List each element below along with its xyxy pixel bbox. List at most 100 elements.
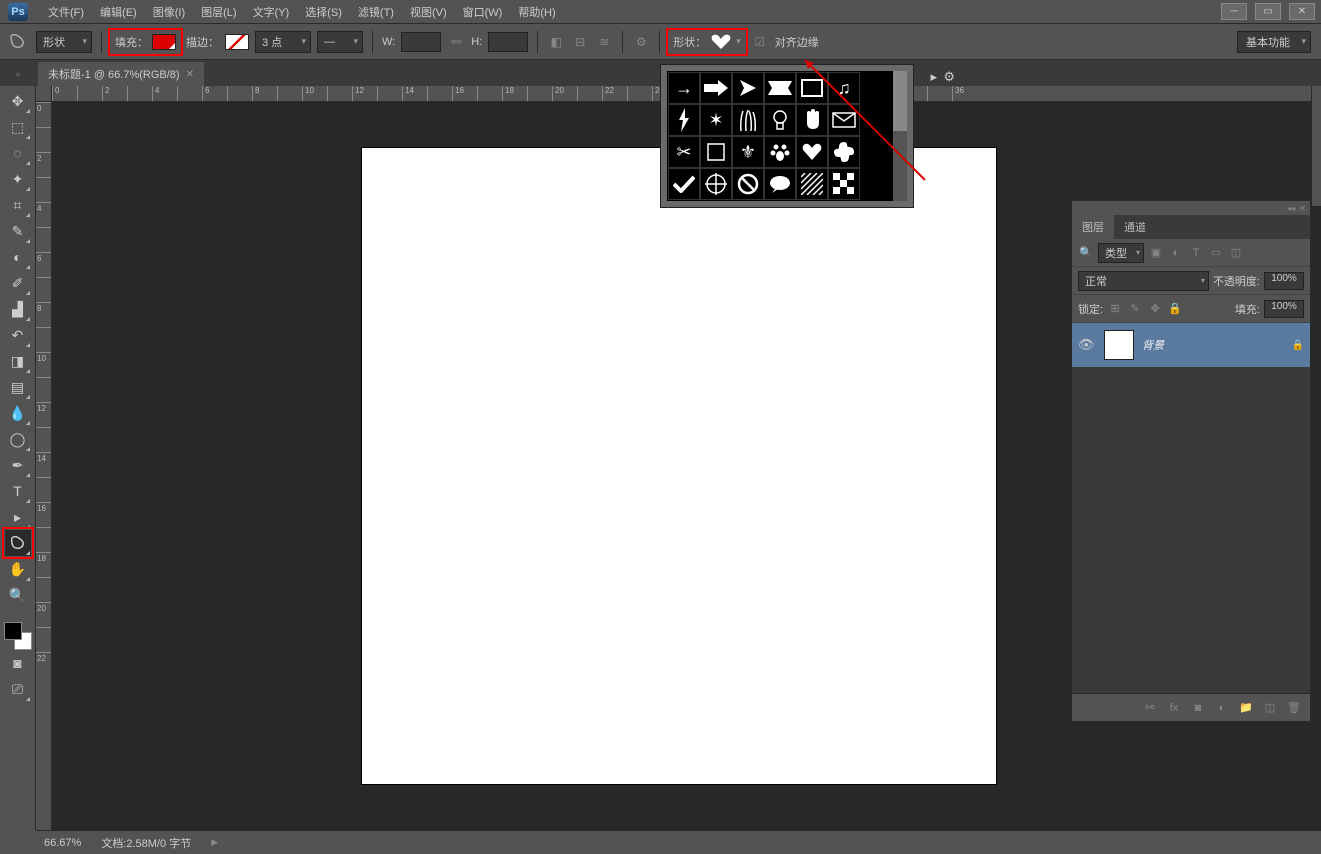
marquee-tool[interactable]: ⬚ — [5, 114, 31, 140]
lock-all-icon[interactable]: 🔒 — [1167, 301, 1183, 317]
new-layer-icon[interactable]: ◫ — [1262, 700, 1278, 716]
path-arrange-icon[interactable]: ≋ — [595, 33, 613, 51]
type-tool[interactable]: T — [5, 478, 31, 504]
panel-collapse-icon[interactable]: ◂◂ — [1287, 204, 1295, 213]
stroke-style-select[interactable]: — — [317, 31, 363, 53]
shape-starburst[interactable]: ✶ — [700, 104, 732, 136]
lock-trans-icon[interactable]: ⊞ — [1107, 301, 1123, 317]
lock-pixels-icon[interactable]: ✎ — [1127, 301, 1143, 317]
shape-speech-bubble[interactable] — [764, 168, 796, 200]
shape-banner[interactable] — [764, 72, 796, 104]
shape-heart[interactable] — [796, 136, 828, 168]
lock-pos-icon[interactable]: ✥ — [1147, 301, 1163, 317]
vertical-ruler[interactable]: 0246810121416182022 — [36, 102, 52, 830]
gradient-tool[interactable]: ▤ — [5, 374, 31, 400]
zoom-tool[interactable]: 🔍 — [5, 582, 31, 608]
history-brush-tool[interactable]: ↶ — [5, 322, 31, 348]
blend-mode-select[interactable]: 正常 — [1078, 271, 1209, 291]
path-align-icon[interactable]: ⊟ — [571, 33, 589, 51]
menu-edit[interactable]: 编辑(E) — [92, 1, 145, 23]
tab-channels[interactable]: 通道 — [1114, 215, 1156, 239]
document-canvas[interactable] — [362, 148, 996, 784]
layer-group-icon[interactable]: 📁 — [1238, 700, 1254, 716]
right-panel-collapsed[interactable] — [1311, 86, 1321, 206]
menu-image[interactable]: 图像(I) — [145, 1, 193, 23]
menu-filter[interactable]: 滤镜(T) — [350, 1, 402, 23]
shape-picker-scrollbar[interactable] — [893, 71, 907, 201]
status-doc-size[interactable]: 文档:2.58M/0 字节 — [101, 835, 191, 851]
width-input[interactable] — [401, 32, 441, 52]
ruler-origin[interactable] — [36, 86, 52, 102]
stroke-width-input[interactable]: 3 点 — [255, 31, 311, 53]
eraser-tool[interactable]: ◨ — [5, 348, 31, 374]
shape-picker-settings-icon[interactable]: ⚙ — [943, 69, 955, 85]
blur-tool[interactable]: 💧 — [5, 400, 31, 426]
layer-row[interactable]: 👁 背景 🔒 — [1072, 323, 1310, 367]
shape-checker[interactable] — [828, 168, 860, 200]
filter-adjust-icon[interactable]: ◐ — [1168, 245, 1184, 261]
path-select-tool[interactable]: ▸ — [5, 504, 31, 530]
opacity-input[interactable]: 100% — [1264, 272, 1304, 290]
shape-fleur[interactable]: ⚜ — [732, 136, 764, 168]
status-menu-arrow[interactable]: ▶ — [211, 837, 218, 848]
menu-layer[interactable]: 图层(L) — [193, 1, 244, 23]
shape-arrow-bold[interactable] — [700, 72, 732, 104]
shape-diagonal-lines[interactable] — [796, 168, 828, 200]
shape-grass[interactable] — [732, 104, 764, 136]
layer-thumbnail[interactable] — [1104, 330, 1134, 360]
tabbar-collapse-icon[interactable]: » — [0, 62, 36, 86]
brush-tool[interactable]: ✐ — [5, 270, 31, 296]
custom-shape-preview[interactable] — [710, 34, 732, 50]
layer-filter-select[interactable]: 类型 — [1098, 243, 1144, 263]
shape-puzzle[interactable] — [828, 136, 860, 168]
shape-arrowhead[interactable] — [732, 72, 764, 104]
link-layers-icon[interactable]: ⚯ — [1142, 700, 1158, 716]
shape-arrow-thin[interactable]: → — [668, 72, 700, 104]
layer-fx-icon[interactable]: fx — [1166, 700, 1182, 716]
custom-shape-tool[interactable] — [5, 530, 31, 556]
color-swatches[interactable] — [4, 622, 32, 650]
shape-check[interactable] — [668, 168, 700, 200]
fill-color-swatch[interactable] — [152, 34, 176, 50]
move-tool[interactable]: ✥ — [5, 88, 31, 114]
dodge-tool[interactable]: ◯ — [5, 426, 31, 452]
filter-shape-icon[interactable]: ▭ — [1208, 245, 1224, 261]
panel-close-icon[interactable]: ✕ — [1299, 204, 1306, 213]
delete-layer-icon[interactable]: 🗑 — [1286, 700, 1302, 716]
tab-close-icon[interactable]: ✕ — [186, 69, 194, 80]
tab-layers[interactable]: 图层 — [1072, 215, 1114, 239]
eyedropper-tool[interactable]: ✎ — [5, 218, 31, 244]
link-wh-icon[interactable]: ⚯ — [447, 33, 465, 51]
crop-tool[interactable]: ⌗ — [5, 192, 31, 218]
menu-select[interactable]: 选择(S) — [297, 1, 350, 23]
window-close[interactable]: ✕ — [1289, 3, 1315, 20]
window-maximize[interactable]: ▭ — [1255, 3, 1281, 20]
shape-target[interactable] — [700, 168, 732, 200]
shape-picker-menu-icon[interactable]: ▸ — [930, 69, 937, 85]
menu-type[interactable]: 文字(Y) — [245, 1, 298, 23]
shape-scissors[interactable]: ✂ — [668, 136, 700, 168]
filter-type-icon[interactable]: T — [1188, 245, 1204, 261]
shape-nosign[interactable] — [732, 168, 764, 200]
shape-paw[interactable] — [764, 136, 796, 168]
pen-tool[interactable]: ✒ — [5, 452, 31, 478]
quickmask-tool[interactable]: ◙ — [5, 650, 31, 676]
layer-visibility-icon[interactable]: 👁 — [1078, 337, 1096, 353]
healing-tool[interactable]: ◐ — [5, 244, 31, 270]
screenmode-tool[interactable]: ⎚ — [5, 676, 31, 702]
workspace-switcher[interactable]: 基本功能 — [1237, 31, 1311, 53]
menu-help[interactable]: 帮助(H) — [510, 1, 563, 23]
shape-frame[interactable] — [796, 72, 828, 104]
shape-picker-arrow[interactable]: ▾ — [736, 36, 741, 47]
height-input[interactable] — [488, 32, 528, 52]
fill-opacity-input[interactable]: 100% — [1264, 300, 1304, 318]
tool-mode-select[interactable]: 形状 — [36, 31, 92, 53]
path-ops-icon[interactable]: ◧ — [547, 33, 565, 51]
layer-name[interactable]: 背景 — [1142, 337, 1284, 353]
magic-wand-tool[interactable]: ✦ — [5, 166, 31, 192]
shape-music-note[interactable]: ♫ — [828, 72, 860, 104]
filter-image-icon[interactable]: ▣ — [1148, 245, 1164, 261]
tool-preset-icon[interactable] — [6, 30, 30, 54]
status-zoom[interactable]: 66.67% — [44, 837, 81, 849]
adjustment-layer-icon[interactable]: ◐ — [1214, 700, 1230, 716]
